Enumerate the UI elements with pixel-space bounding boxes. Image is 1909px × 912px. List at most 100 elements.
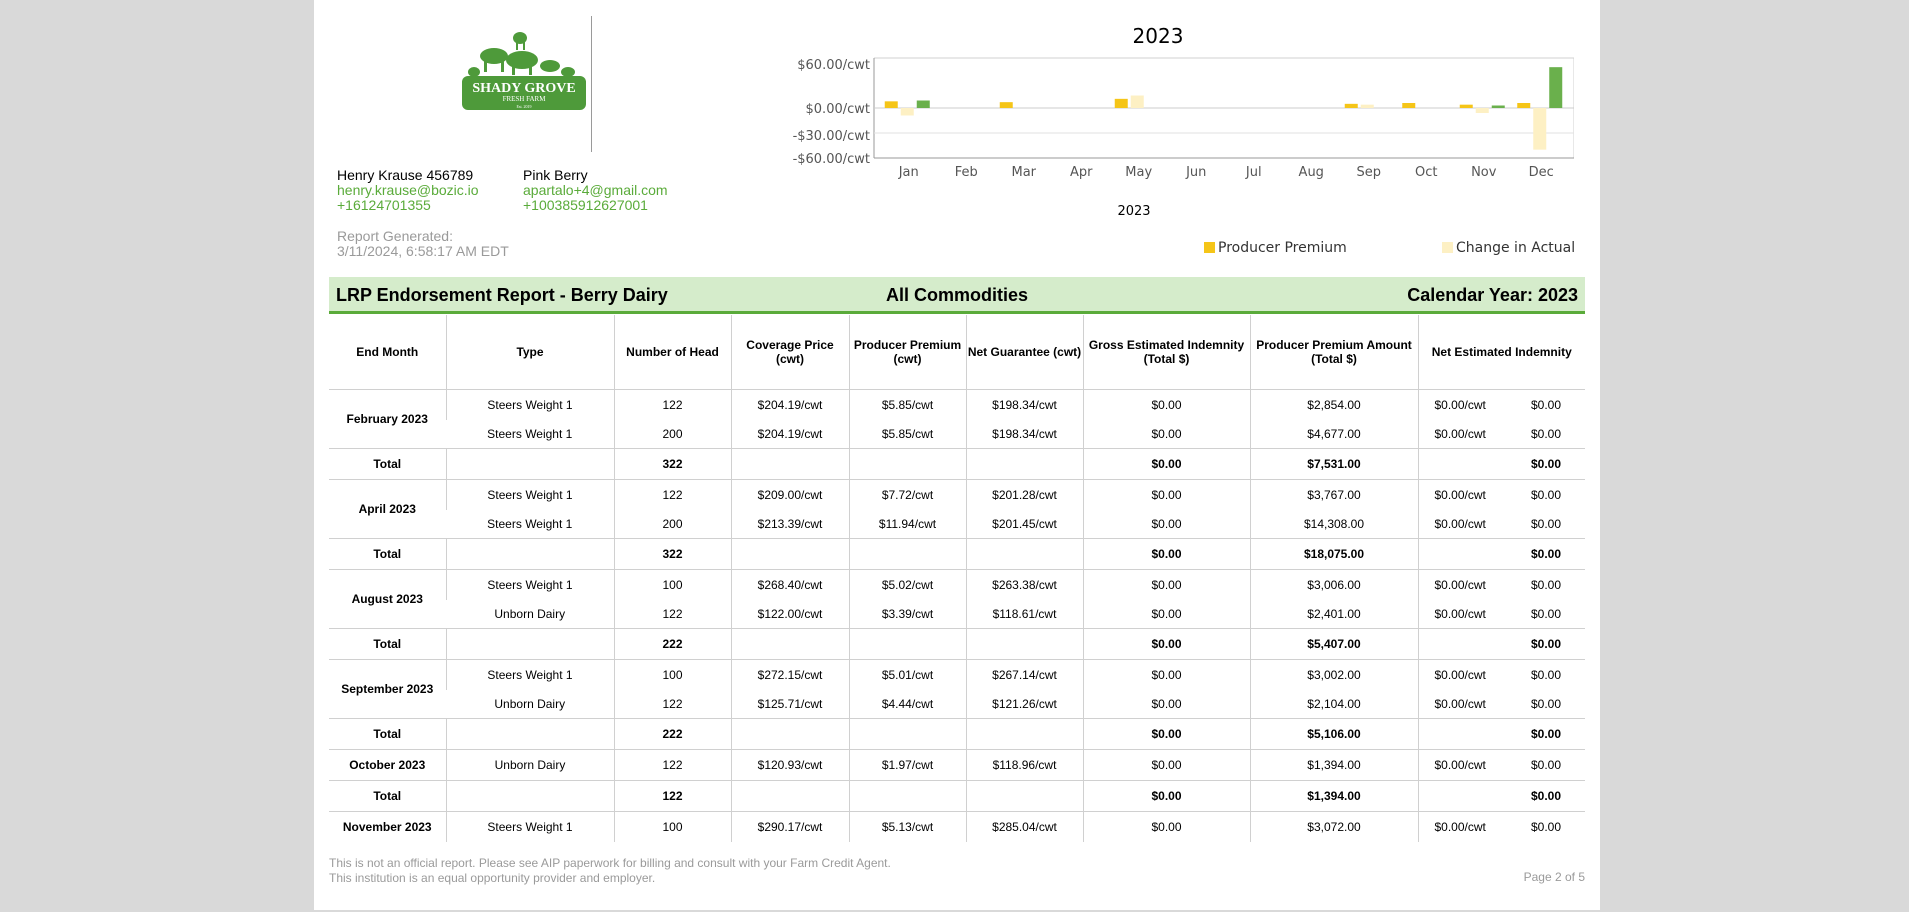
- commodity-filter: All Commodities: [885, 285, 1028, 305]
- total-gross: $0.00: [1082, 718, 1250, 750]
- net-indemnity-cell: $0.00/cwt $0.00: [1417, 749, 1585, 781]
- type-cell: [445, 718, 614, 750]
- x-tick-label: Jul: [1245, 165, 1262, 180]
- gross-cell: $0.00: [1082, 659, 1250, 690]
- y-tick-label: -$30.00/cwt: [793, 129, 870, 144]
- table-header-row: End Month Type Number of Head Coverage P…: [329, 315, 1585, 390]
- gross-cell: $0.00: [1082, 600, 1250, 629]
- premium-cell: $3.39/cwt: [848, 600, 966, 629]
- x-tick-label: Mar: [1011, 165, 1036, 180]
- amount-cell: $2,104.00: [1249, 690, 1418, 719]
- disclaimer-line: This is not an official report. Please s…: [329, 856, 891, 870]
- net-total-value: $0.00: [1530, 517, 1561, 531]
- x-tick-label: May: [1125, 165, 1152, 180]
- total-head: 222: [613, 718, 731, 750]
- type-cell: [445, 628, 614, 660]
- report-page: SHADY GROVE FRESH FARM Est. 2019 Henry K…: [314, 0, 1600, 910]
- head-cell: 100: [613, 811, 731, 842]
- x-tick-label: Jan: [898, 165, 919, 180]
- contact-phone[interactable]: +100385912627001: [523, 198, 668, 213]
- premium-cell: $5.13/cwt: [848, 811, 966, 842]
- premium-cell: [848, 718, 966, 750]
- guarantee-cell: $285.04/cwt: [965, 811, 1083, 842]
- premium-cell: $5.85/cwt: [848, 420, 966, 449]
- type-cell: Unborn Dairy: [494, 607, 566, 621]
- gross-cell: $0.00: [1082, 510, 1250, 539]
- type-cell: Unborn Dairy: [494, 697, 566, 711]
- end-month-cell: November 2023: [342, 820, 432, 834]
- type-cell: [445, 780, 614, 812]
- logo-name: SHADY GROVE: [472, 81, 575, 96]
- total-net: $0.00: [1417, 538, 1585, 570]
- premium-cell: $4.44/cwt: [848, 690, 966, 719]
- type-cell: [445, 538, 614, 570]
- contact-phone[interactable]: +16124701355: [337, 198, 479, 213]
- guarantee-cell: [965, 628, 1083, 660]
- total-net: $0.00: [1417, 448, 1585, 480]
- header-divider: [591, 16, 592, 152]
- premium-cell: $7.72/cwt: [848, 479, 966, 510]
- net-indemnity-cell: $0.00/cwt $0.00: [1417, 690, 1585, 719]
- total-net: $0.00: [1417, 628, 1585, 660]
- farm-logo: SHADY GROVE FRESH FARM Est. 2019: [462, 32, 586, 110]
- net-cwt-value: $0.00/cwt: [1434, 427, 1486, 441]
- coverage-cell: $272.15/cwt: [730, 659, 849, 690]
- coverage-cell: $125.71/cwt: [730, 690, 849, 719]
- x-tick-label: Dec: [1529, 165, 1554, 180]
- report-banner: LRP Endorsement Report - Berry Dairy All…: [329, 277, 1585, 314]
- coverage-cell: [730, 448, 849, 480]
- net-indemnity-cell: $0.00/cwt $0.00: [1417, 479, 1585, 510]
- bar: [1360, 104, 1374, 108]
- bar: [1517, 103, 1531, 108]
- amount-cell: $3,072.00: [1249, 811, 1418, 842]
- bar: [1459, 104, 1473, 108]
- total-row: Total 322 $0.00 $7,531.00 $0.00: [329, 448, 1585, 480]
- gross-cell: $0.00: [1082, 420, 1250, 449]
- guarantee-cell: $118.61/cwt: [965, 600, 1083, 629]
- net-indemnity-cell: $0.00/cwt $0.00: [1417, 600, 1585, 629]
- premium-cell: $11.94/cwt: [848, 510, 966, 539]
- bar: [1549, 67, 1563, 108]
- bar: [1491, 105, 1505, 108]
- amount-cell: $3,006.00: [1249, 569, 1418, 600]
- guarantee-cell: $267.14/cwt: [965, 659, 1083, 690]
- total-amount: $5,106.00: [1249, 718, 1418, 750]
- net-total-value: $0.00: [1530, 398, 1561, 412]
- x-tick-label: Nov: [1471, 165, 1497, 180]
- net-indemnity-cell: $0.00/cwt $0.00: [1417, 811, 1585, 842]
- end-month-cell: August 2023: [351, 592, 423, 606]
- y-tick-label: $60.00/cwt: [797, 58, 870, 73]
- guarantee-cell: $198.34/cwt: [965, 389, 1083, 420]
- contact-card-2: Pink Berry apartalo+4@gmail.com +1003859…: [523, 168, 668, 213]
- total-head: 322: [613, 448, 731, 480]
- net-indemnity-cell: $0.00/cwt $0.00: [1417, 510, 1585, 539]
- contact-name: Henry Krause 456789: [337, 167, 474, 183]
- col-header-end-month: End Month: [329, 315, 446, 390]
- head-cell: 122: [613, 479, 731, 510]
- head-cell: 122: [613, 389, 731, 420]
- table-row: September 2023 Steers Weight 1 100 $272.15/…: [329, 659, 1585, 696]
- gross-cell: $0.00: [1082, 479, 1250, 510]
- bar: [1402, 103, 1416, 108]
- guarantee-cell: $201.28/cwt: [965, 479, 1083, 510]
- gross-cell: $0.00: [1082, 811, 1250, 842]
- table-row: August 2023 Steers Weight 1 100 $268.40/cwt…: [329, 569, 1585, 606]
- net-indemnity-cell: $0.00/cwt $0.00: [1417, 659, 1585, 690]
- page-number: Page 2 of 5: [1523, 870, 1585, 884]
- total-head: 222: [613, 628, 731, 660]
- net-cwt-value: $0.00/cwt: [1434, 578, 1486, 592]
- type-cell: Steers Weight 1: [445, 811, 614, 842]
- total-net: $0.00: [1417, 780, 1585, 812]
- table-row: February 2023 Steers Weight 1 122 $204.19/c…: [329, 389, 1585, 426]
- table-row: April 2023 Steers Weight 1 122 $209.00/cwt $…: [329, 479, 1585, 516]
- col-header-number-of-head: Number of Head: [613, 315, 731, 390]
- net-cwt-value: $0.00/cwt: [1434, 820, 1486, 834]
- premium-cell: [848, 538, 966, 570]
- coverage-cell: [730, 718, 849, 750]
- report-generated-value: 3/11/2024, 6:58:17 AM EDT: [337, 243, 509, 259]
- amount-cell: $14,308.00: [1249, 510, 1418, 539]
- net-total-value: $0.00: [1530, 668, 1561, 682]
- contact-email[interactable]: apartalo+4@gmail.com: [523, 183, 668, 198]
- col-header-gross-indemnity: Gross Estimated Indemnity (Total $): [1082, 315, 1250, 390]
- contact-email[interactable]: henry.krause@bozic.io: [337, 183, 479, 198]
